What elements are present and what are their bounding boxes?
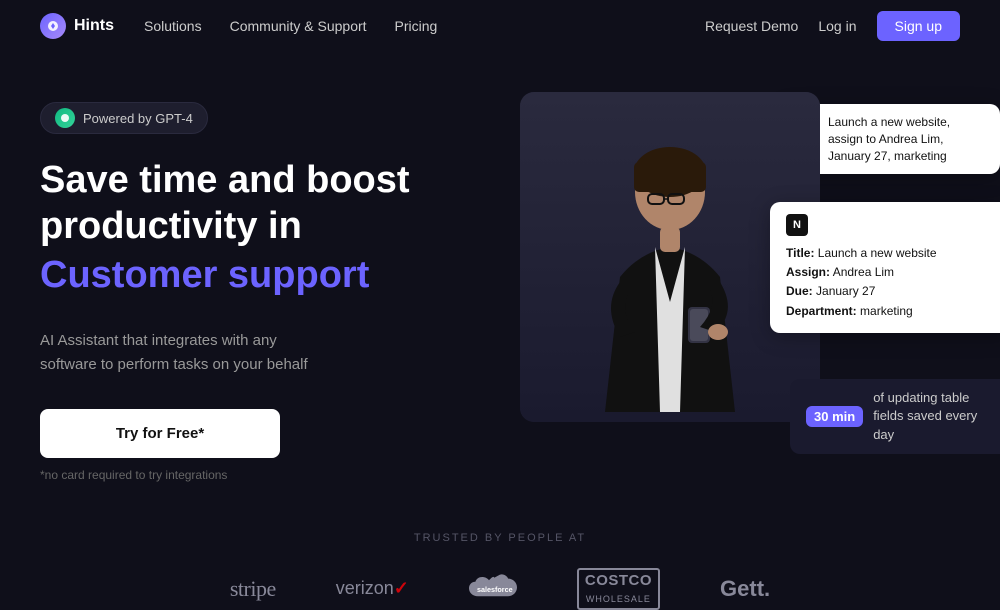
- logo[interactable]: Hints: [40, 13, 114, 39]
- logo-icon: [40, 13, 66, 39]
- nav-links: Solutions Community & Support Pricing: [144, 18, 705, 34]
- trusted-label: TRUSTED BY PEOPLE AT: [40, 532, 960, 544]
- login-link[interactable]: Log in: [818, 18, 856, 34]
- trusted-section: TRUSTED BY PEOPLE AT stripe verizon✓ sal…: [0, 532, 1000, 610]
- chat-bubble-top-text: Launch a new website, assign to Andrea L…: [828, 114, 986, 164]
- request-demo-link[interactable]: Request Demo: [705, 18, 798, 34]
- signup-button[interactable]: Sign up: [877, 11, 960, 41]
- time-saved-badge: 30 min of updating table fields saved ev…: [790, 379, 1000, 454]
- time-badge-text: of updating table fields saved every day: [873, 389, 994, 444]
- logo-verizon: verizon✓: [336, 578, 409, 599]
- gpt-badge: Powered by GPT-4: [40, 102, 208, 134]
- hero-headline-1: Save time and boost productivity in: [40, 158, 500, 249]
- hero-right: Launch a new website, assign to Andrea L…: [520, 92, 960, 482]
- logo-stripe: stripe: [230, 576, 276, 602]
- notion-icon: N: [786, 214, 808, 236]
- main-content: Powered by GPT-4 Save time and boost pro…: [0, 52, 1000, 482]
- notion-card-text: Title: Launch a new website Assign: Andr…: [786, 244, 994, 321]
- trusted-logos: stripe verizon✓ salesforce COSTCOWHOLESA…: [40, 568, 960, 610]
- nav-solutions[interactable]: Solutions: [144, 18, 202, 34]
- time-badge-highlight: 30 min: [806, 406, 863, 427]
- gpt-icon: [55, 108, 75, 128]
- hero-subtext: AI Assistant that integrates with any so…: [40, 329, 400, 377]
- logo-gett: Gett.: [720, 576, 770, 602]
- nav-right: Request Demo Log in Sign up: [705, 11, 960, 41]
- nav-pricing[interactable]: Pricing: [395, 18, 438, 34]
- gpt-badge-label: Powered by GPT-4: [83, 111, 193, 126]
- cta-try-button[interactable]: Try for Free*: [40, 409, 280, 458]
- notion-card: N Title: Launch a new website Assign: An…: [770, 202, 1000, 333]
- nav-community-support[interactable]: Community & Support: [230, 18, 367, 34]
- logo-text: Hints: [74, 17, 114, 35]
- logo-costco: COSTCOWHOLESALE: [577, 568, 660, 610]
- hero-left: Powered by GPT-4 Save time and boost pro…: [40, 92, 500, 482]
- notion-card-header: N: [786, 214, 994, 236]
- no-card-notice: *no card required to try integrations: [40, 468, 500, 482]
- hero-headline-highlight: Customer support: [40, 253, 500, 299]
- svg-text:salesforce: salesforce: [477, 585, 513, 594]
- navbar: Hints Solutions Community & Support Pric…: [0, 0, 1000, 52]
- logo-salesforce: salesforce: [469, 572, 517, 606]
